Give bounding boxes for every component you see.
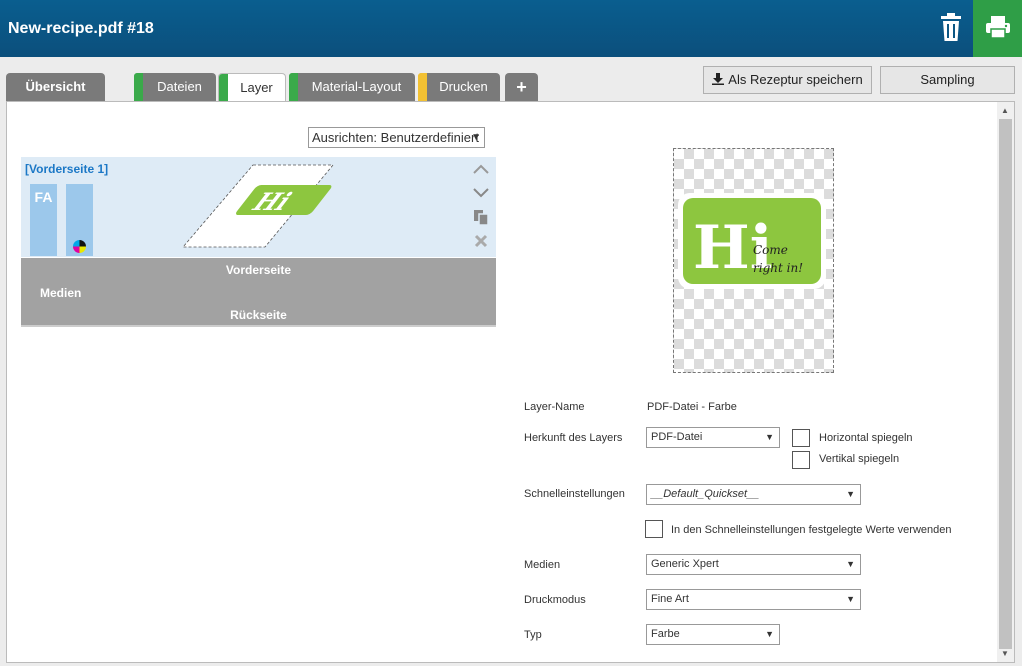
type-label: Typ <box>524 629 542 641</box>
layer-card[interactable]: [Vorderseite 1] FA Hi <box>21 157 496 257</box>
quickset-select-value: __Default_Quickset__ <box>651 488 760 500</box>
tab-material-layout[interactable]: Material-Layout <box>289 73 415 101</box>
quickset-select[interactable]: __Default_Quickset__ ▼ <box>646 484 861 505</box>
save-recipe-label: Als Rezeptur speichern <box>728 72 863 87</box>
tab-files[interactable]: Dateien <box>134 73 216 101</box>
origin-select-value: PDF-Datei <box>651 431 703 443</box>
layer-preview: Hi Come right in! <box>673 148 834 373</box>
printmode-select[interactable]: Fine Art ▼ <box>646 589 861 610</box>
tab-label: Dateien <box>157 79 202 94</box>
type-select-value: Farbe <box>651 628 680 640</box>
printer-icon <box>986 16 1010 39</box>
flip-vertical-checkbox[interactable] <box>792 451 810 469</box>
scroll-down-icon[interactable]: ▼ <box>1001 649 1009 658</box>
status-stripe <box>134 73 143 101</box>
logo-tagline-1: Come <box>753 243 788 257</box>
type-select[interactable]: Farbe ▼ <box>646 624 780 645</box>
chevron-down-icon: ▼ <box>765 432 774 442</box>
use-quickset-label: In den Schnelleinstellungen festgelegte … <box>671 524 952 536</box>
chevron-down-icon: ▼ <box>846 559 855 569</box>
window-title: New-recipe.pdf #18 <box>8 20 154 37</box>
download-icon <box>712 73 725 85</box>
chevron-down-icon: ▼ <box>846 594 855 604</box>
cmyk-icon <box>73 240 86 253</box>
tab-overview[interactable]: Übersicht <box>6 73 105 101</box>
align-select-value: Ausrichten: Benutzerdefiniert <box>312 130 479 145</box>
layer-name-value: PDF-Datei - Farbe <box>647 401 737 413</box>
trash-icon[interactable] <box>936 12 966 44</box>
chevron-down-icon: ▼ <box>846 489 855 499</box>
chevron-down-icon: ▼ <box>765 629 774 639</box>
color-bar <box>66 184 93 256</box>
status-stripe <box>418 73 427 101</box>
save-recipe-button[interactable]: Als Rezeptur speichern <box>703 66 872 94</box>
tab-label: Drucken <box>439 79 488 94</box>
tab-label: Layer <box>240 80 273 95</box>
media-label: Medien <box>40 286 82 300</box>
flip-horizontal-label: Horizontal spiegeln <box>819 432 913 444</box>
origin-label: Herkunft des Layers <box>524 432 623 444</box>
scroll-up-icon[interactable]: ▲ <box>1001 106 1009 115</box>
logo-tagline-2: right in! <box>753 261 803 275</box>
fa-bar: FA <box>30 184 57 256</box>
layer-card-title: [Vorderseite 1] <box>25 162 109 176</box>
add-tab-button[interactable]: + <box>505 73 538 101</box>
status-stripe <box>219 74 228 103</box>
chevron-up-icon[interactable] <box>472 160 490 178</box>
media-field-label: Medien <box>524 559 561 571</box>
chevron-down-icon[interactable] <box>472 184 490 202</box>
print-button[interactable] <box>973 0 1022 57</box>
tab-label: Material-Layout <box>311 79 402 94</box>
flip-vertical-label: Vertikal spiegeln <box>819 453 900 465</box>
quickset-label: Schnelleinstellungen <box>524 488 625 500</box>
scrollbar-thumb[interactable] <box>999 119 1012 649</box>
status-stripe <box>289 73 298 101</box>
layer-thumbnail[interactable]: Hi <box>181 163 337 249</box>
media-select-value: Generic Xpert <box>651 558 719 570</box>
vertical-scrollbar[interactable]: ▲ ▼ <box>997 102 1014 662</box>
origin-select[interactable]: PDF-Datei ▼ <box>646 427 780 448</box>
use-quickset-checkbox[interactable] <box>645 520 663 538</box>
front-side-label: Vorderseite <box>225 263 292 277</box>
flip-horizontal-checkbox[interactable] <box>792 429 810 447</box>
printmode-select-value: Fine Art <box>651 593 689 605</box>
app-header: New-recipe.pdf #18 <box>0 0 1022 57</box>
layer-name-label: Layer-Name <box>524 401 585 413</box>
align-select[interactable]: Ausrichten: Benutzerdefiniert ▼ <box>308 127 485 148</box>
media-select[interactable]: Generic Xpert ▼ <box>646 554 861 575</box>
tab-print[interactable]: Drucken <box>418 73 500 101</box>
media-box: Vorderseite Medien Rückseite <box>21 258 496 327</box>
back-side-label: Rückseite <box>230 308 287 322</box>
copy-icon[interactable] <box>472 209 490 227</box>
close-icon[interactable] <box>472 234 490 252</box>
hi-logo: Hi Come right in! <box>678 193 826 289</box>
tab-layer[interactable]: Layer <box>218 73 286 103</box>
printmode-label: Druckmodus <box>524 594 586 606</box>
sampling-button[interactable]: Sampling <box>880 66 1015 94</box>
chevron-down-icon: ▼ <box>471 132 481 143</box>
